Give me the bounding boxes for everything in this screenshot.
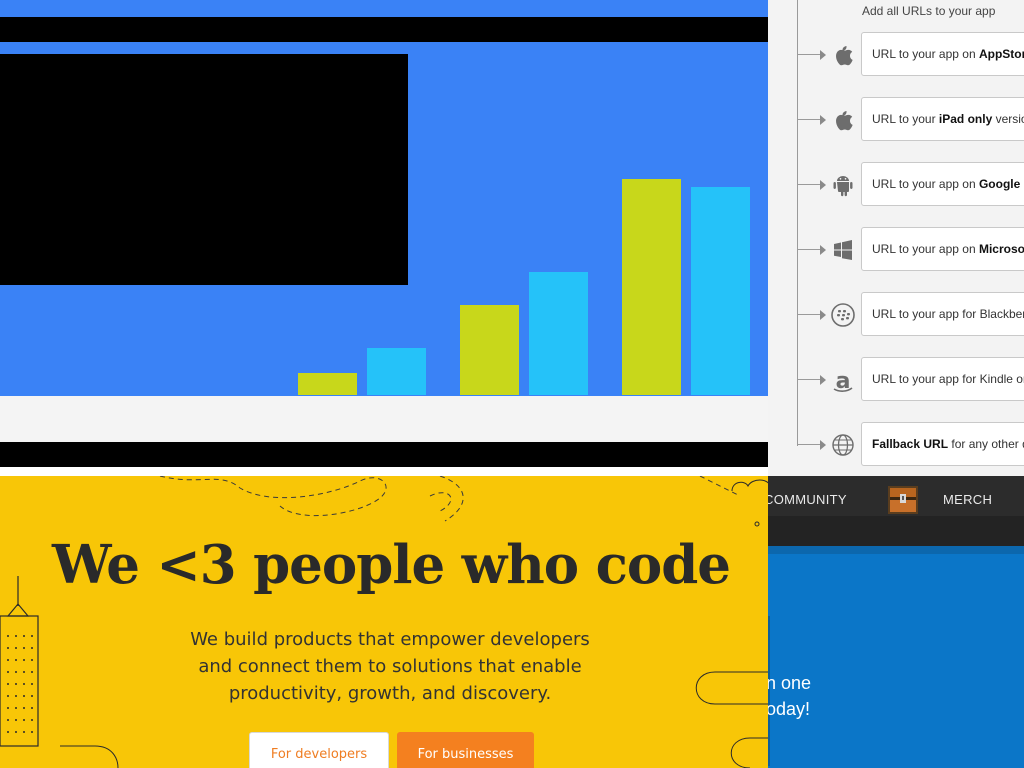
blue-strip	[768, 546, 1024, 554]
top-navigation: COMMUNITY MERCH	[768, 476, 1024, 546]
bar-chart	[298, 179, 750, 395]
arrow-right-icon	[820, 440, 826, 450]
apple-icon	[836, 46, 853, 66]
globe-icon	[832, 434, 854, 456]
url-row: URL to your app on Google Pl	[768, 162, 1024, 208]
chart-bar-series-2-group-2	[529, 272, 588, 395]
blackberry-icon	[831, 303, 855, 327]
tree-branch-line	[797, 314, 821, 315]
url-input-field[interactable]: URL to your app on Google Pl	[861, 162, 1024, 206]
hero-subtitle-line: We build products that empower developer…	[190, 629, 590, 650]
promo-line: n one	[768, 673, 812, 693]
amazon-icon: a	[833, 369, 853, 393]
hero-title: We <3 people who code	[52, 534, 731, 596]
tree-branch-line	[797, 379, 821, 380]
arrow-right-icon	[820, 50, 826, 60]
url-input-field[interactable]: URL to your app on Microsoft	[861, 227, 1024, 271]
tree-branch-line	[797, 444, 821, 445]
url-row: a URL to your app for Kindle or	[768, 357, 1024, 403]
hero-subtitle-line: productivity, growth, and discovery.	[228, 683, 552, 704]
url-input-field[interactable]: URL to your iPad only version	[861, 97, 1024, 141]
tree-branch-line	[797, 249, 821, 250]
for-businesses-button[interactable]: For businesses	[397, 732, 534, 768]
hero-section: We <3 people who code We build products …	[0, 476, 768, 768]
chart-bar-series-2-group-1	[367, 348, 426, 395]
chart-bar-series-2-group-3	[691, 187, 750, 395]
url-row: URL to your iPad only version	[768, 97, 1024, 143]
game-site-section: COMMUNITY MERCH n one oday!	[768, 476, 1024, 768]
grey-band	[0, 396, 768, 442]
arrow-right-icon	[820, 180, 826, 190]
url-row: Fallback URL for any other de	[768, 422, 1024, 468]
url-field-placeholder: Fallback URL for any other de	[872, 437, 1024, 451]
hero-subtitle: We build products that empower developer…	[170, 626, 610, 707]
arrow-right-icon	[820, 115, 826, 125]
url-field-placeholder: URL to your app for Blackber	[872, 307, 1024, 321]
url-field-placeholder: URL to your app on Microsoft	[872, 242, 1024, 256]
tree-branch-line	[797, 184, 821, 185]
url-row: URL to your app for Blackber	[768, 292, 1024, 338]
url-field-placeholder: URL to your app on AppStore	[872, 47, 1024, 61]
windows-icon	[834, 240, 852, 260]
app-urls-panel: Add all URLs to your app URL to your app…	[768, 0, 1024, 476]
url-input-field[interactable]: URL to your app for Kindle or	[861, 357, 1024, 401]
nav-community-link[interactable]: COMMUNITY	[768, 492, 847, 507]
url-input-field[interactable]: URL to your app for Blackber	[861, 292, 1024, 336]
treasure-chest-icon[interactable]	[886, 484, 920, 516]
url-field-placeholder: URL to your app for Kindle or	[872, 372, 1024, 386]
chart-bar-series-1-group-1	[298, 373, 357, 395]
arrow-right-icon	[820, 375, 826, 385]
url-row: URL to your app on AppStore	[768, 32, 1024, 78]
url-field-placeholder: URL to your app on Google Pl	[872, 177, 1024, 191]
app-urls-header: Add all URLs to your app	[862, 4, 996, 18]
promo-text: n one oday!	[768, 670, 811, 722]
arrow-right-icon	[820, 310, 826, 320]
url-input-field[interactable]: URL to your app on AppStore	[861, 32, 1024, 76]
url-field-placeholder: URL to your iPad only version	[872, 112, 1024, 126]
hero-subtitle-line: and connect them to solutions that enabl…	[198, 656, 582, 677]
black-letterbox-bottom	[0, 442, 768, 467]
arrow-right-icon	[820, 245, 826, 255]
tree-branch-line	[797, 54, 821, 55]
nav-pixel-stripe	[768, 516, 1024, 546]
nav-merch-link[interactable]: MERCH	[943, 492, 992, 507]
for-developers-button[interactable]: For developers	[249, 732, 389, 768]
url-input-field[interactable]: Fallback URL for any other de	[861, 422, 1024, 466]
promo-line: oday!	[768, 699, 811, 719]
chart-panel	[0, 0, 768, 476]
android-icon	[833, 176, 853, 197]
chart-bar-series-1-group-2	[460, 305, 519, 395]
chart-bar-series-1-group-3	[622, 179, 681, 395]
apple-icon	[836, 111, 853, 131]
doodle-decorations	[0, 476, 768, 768]
tree-branch-line	[797, 119, 821, 120]
url-row: URL to your app on Microsoft	[768, 227, 1024, 273]
